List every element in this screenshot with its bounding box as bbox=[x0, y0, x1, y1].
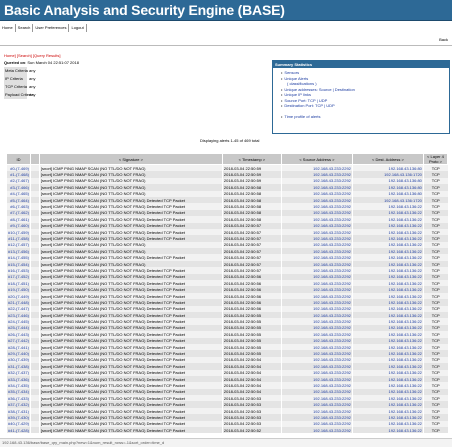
alert-id-link[interactable]: #30-(7-439) bbox=[6, 356, 31, 364]
criteria-label[interactable]: IP Criteria bbox=[4, 75, 27, 83]
criteria-row: IP Criteria any bbox=[4, 75, 35, 83]
table-row: #41-(7-428) [snort] ICMP PING NMAP SCAN (… bbox=[6, 427, 448, 434]
alert-id-link[interactable]: #40-(7-429) bbox=[6, 420, 31, 428]
signature-cell: [snort] ICMP PING NMAP SCAN (NO TTL/DO N… bbox=[38, 427, 223, 434]
main-menu: Home Search User Preferences Logout bbox=[0, 24, 87, 32]
display-count: Displaying alerts 1-45 of 469 total bbox=[200, 138, 260, 143]
row-checkbox[interactable] bbox=[29, 427, 40, 434]
signature-cell: [snort] ICMP PING NMAP SCAN (NO TTL/DO N… bbox=[38, 164, 223, 172]
alert-id-link[interactable]: #32-(7-437) bbox=[6, 369, 31, 376]
criteria-row: Payload Criteriaany bbox=[4, 91, 35, 99]
alert-id-link[interactable]: #41-(7-428) bbox=[6, 427, 31, 434]
alert-id-link[interactable]: #24-(7-445) bbox=[6, 318, 31, 325]
criteria-row: TCP Criteria any bbox=[4, 83, 35, 91]
criteria-label[interactable]: Payload Criteria bbox=[4, 91, 33, 99]
alert-id-link[interactable]: #1-(7-468) bbox=[6, 171, 31, 178]
col-header-proto[interactable]: < Layer 4 Proto > bbox=[422, 153, 449, 165]
alert-id-link[interactable]: #9-(7-460) bbox=[6, 222, 31, 229]
alert-id-link[interactable]: #27-(7-442) bbox=[6, 337, 31, 344]
criteria-row: Meta Criteriaany bbox=[4, 67, 35, 75]
table-row: #0-(7-469) [snort] ICMP PING NMAP SCAN (N… bbox=[6, 164, 448, 172]
alert-id-link[interactable]: #8-(7-461) bbox=[6, 216, 31, 223]
alert-id-link[interactable]: #13-(7-456) bbox=[6, 248, 31, 255]
alert-id-link[interactable]: #37-(7-432) bbox=[6, 401, 31, 408]
criteria-value: any bbox=[29, 92, 36, 97]
menu-home[interactable]: Home bbox=[0, 24, 16, 32]
source-address-link[interactable]: 192.168.43.233:2292 bbox=[280, 427, 353, 434]
alert-id-link[interactable]: #23-(7-446) bbox=[6, 311, 31, 319]
criteria-label[interactable]: Meta Criteria bbox=[4, 67, 28, 75]
alert-id-link[interactable]: #33-(7-436) bbox=[6, 375, 31, 383]
alert-id-link[interactable]: #25-(7-444) bbox=[6, 324, 31, 332]
alert-id-link[interactable]: #6-(7-463) bbox=[6, 203, 31, 210]
menu-search[interactable]: Search bbox=[16, 24, 34, 32]
alert-id-link[interactable]: #19-(7-450) bbox=[6, 286, 31, 293]
summary-links: SensorsUnique Alerts( classifications )U… bbox=[273, 70, 449, 120]
alert-id-link[interactable]: #20-(7-449) bbox=[6, 292, 31, 300]
alert-id-link[interactable]: #35-(7-434) bbox=[6, 388, 31, 396]
alert-id-link[interactable]: #7-(7-462) bbox=[6, 209, 31, 217]
alert-id-link[interactable]: #0-(7-469) bbox=[6, 164, 31, 172]
alerts-table: ID < Signature > < Timestamp > < Source … bbox=[6, 153, 449, 434]
criteria-value: any bbox=[29, 84, 36, 89]
alert-id-link[interactable]: #18-(7-451) bbox=[6, 280, 31, 287]
protocol-cell: TCP bbox=[422, 427, 448, 434]
alert-id-link[interactable]: #14-(7-455) bbox=[6, 254, 31, 261]
menu-logout[interactable]: Logout bbox=[69, 24, 87, 32]
summary-statistics-panel: Summary Statistics SensorsUnique Alerts(… bbox=[272, 60, 450, 134]
alert-id-link[interactable]: #16-(7-453) bbox=[6, 267, 31, 274]
alert-id-link[interactable]: #17-(7-452) bbox=[6, 273, 31, 281]
col-header-select bbox=[29, 153, 40, 165]
breadcrumb[interactable]: Home] [Search] [Query Results] bbox=[4, 53, 60, 58]
row-checkbox[interactable] bbox=[29, 164, 40, 172]
alert-id-link[interactable]: #15-(7-454) bbox=[6, 260, 31, 268]
alert-id-link[interactable]: #22-(7-447) bbox=[6, 305, 31, 312]
criteria-value: any bbox=[29, 68, 36, 73]
summary-title: Summary Statistics bbox=[273, 61, 449, 68]
alert-id-link[interactable]: #5-(7-464) bbox=[6, 196, 31, 204]
criteria-box: Meta Criteriaany IP Criteria any TCP Crit… bbox=[4, 67, 35, 99]
alert-id-link[interactable]: #39-(7-430) bbox=[6, 414, 31, 421]
col-header-id[interactable]: ID bbox=[6, 153, 31, 165]
table-header-row: ID < Signature > < Timestamp > < Source … bbox=[6, 153, 449, 165]
col-header-signature[interactable]: < Signature > bbox=[38, 153, 223, 165]
dest-address-link[interactable]: 192.168.43.136:80 bbox=[351, 164, 424, 172]
alert-id-link[interactable]: #36-(7-433) bbox=[6, 395, 31, 402]
alert-id-link[interactable]: #3-(7-466) bbox=[6, 184, 31, 191]
col-header-source[interactable]: < Source Address > bbox=[280, 153, 353, 165]
protocol-cell: TCP bbox=[422, 164, 448, 172]
source-address-link[interactable]: 192.168.43.233:2292 bbox=[280, 164, 353, 172]
alert-id-link[interactable]: #12-(7-457) bbox=[6, 241, 31, 249]
criteria-label[interactable]: TCP Criteria bbox=[4, 83, 27, 91]
alert-id-link[interactable]: #34-(7-435) bbox=[6, 382, 31, 389]
criteria-value: any bbox=[29, 76, 36, 81]
alert-id-link[interactable]: #31-(7-438) bbox=[6, 363, 31, 370]
col-header-dest[interactable]: < Dest. Address > bbox=[351, 153, 424, 165]
summary-link[interactable]: Time profile of alerts bbox=[281, 114, 449, 120]
alert-id-link[interactable]: #2-(7-467) bbox=[6, 177, 31, 185]
app-header: Basic Analysis and Security Engine (BASE… bbox=[0, 0, 452, 21]
app-title: Basic Analysis and Security Engine (BASE… bbox=[4, 2, 285, 18]
back-link[interactable]: Back bbox=[439, 37, 448, 42]
alert-id-link[interactable]: #38-(7-431) bbox=[6, 407, 31, 415]
timestamp-cell: 2018-03-04 22:50:52 bbox=[221, 427, 282, 434]
alert-id-link[interactable]: #21-(7-448) bbox=[6, 299, 31, 306]
menu-user-preferences[interactable]: User Preferences bbox=[33, 24, 70, 32]
timestamp-cell: 2018-03-04 22:50:59 bbox=[221, 164, 282, 172]
alert-id-link[interactable]: #10-(7-459) bbox=[6, 228, 31, 236]
query-label: Queried on bbox=[4, 60, 26, 65]
query-timestamp: : Sun March 04 22:51:07 2018 bbox=[25, 60, 79, 65]
alert-id-link[interactable]: #28-(7-441) bbox=[6, 343, 31, 351]
query-info: Queried on: Sun March 04 22:51:07 2018 bbox=[4, 60, 79, 65]
alert-id-link[interactable]: #4-(7-465) bbox=[6, 190, 31, 197]
alert-id-link[interactable]: #29-(7-440) bbox=[6, 350, 31, 357]
alert-id-link[interactable]: #26-(7-443) bbox=[6, 331, 31, 338]
divider bbox=[0, 45, 452, 46]
alert-id-link[interactable]: #11-(7-458) bbox=[6, 235, 31, 242]
dest-address-link[interactable]: 192.168.43.136:22 bbox=[351, 427, 424, 434]
col-header-timestamp[interactable]: < Timestamp > bbox=[221, 153, 282, 165]
